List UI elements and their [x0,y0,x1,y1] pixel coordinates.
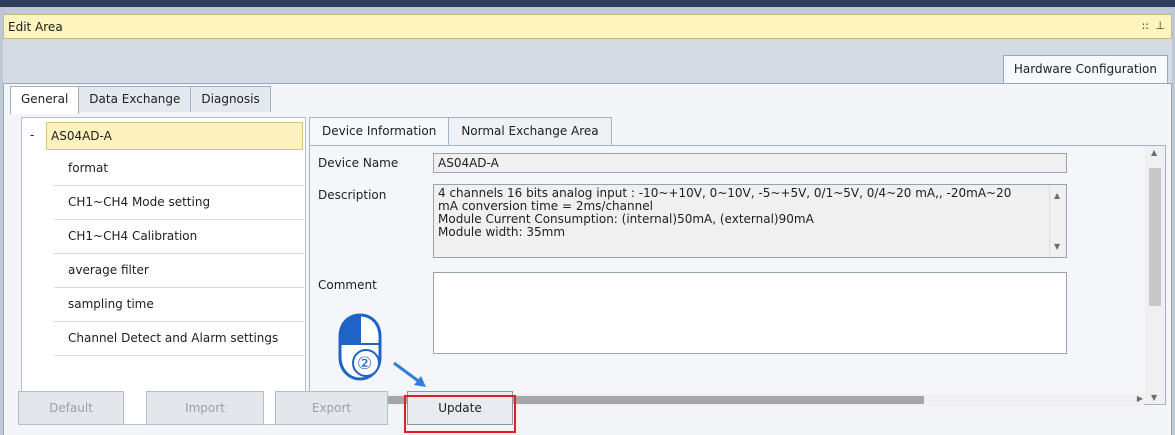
tab-data-exchange[interactable]: Data Exchange [78,86,192,112]
tab-general[interactable]: General [10,86,80,114]
mouse-click-annotation: ② [336,313,436,392]
import-button[interactable]: Import [146,391,264,425]
device-name-field[interactable]: AS04AD-A [433,153,1067,173]
maximize-icon[interactable]: :: [1142,19,1149,32]
tree-item-format[interactable]: format [54,152,304,186]
update-highlight-box [404,395,516,433]
comment-field[interactable] [433,272,1067,354]
action-button-bar: Default Import Export Update [4,377,1171,435]
tab-device-information[interactable]: Device Information [309,117,450,145]
config-tab-strip: General Data Exchange Diagnosis [10,86,271,114]
device-name-label: Device Name [318,156,399,170]
device-information-panel: Device Name AS04AD-A Description 4 chann… [309,145,1166,406]
description-line: Module width: 35mm [438,225,566,239]
collapse-icon[interactable]: - [30,128,34,142]
module-config-panel: General Data Exchange Diagnosis - AS04AD… [3,83,1172,435]
tree-item-sampling-time[interactable]: sampling time [54,288,304,322]
comment-label: Comment [318,278,377,292]
scroll-up-icon[interactable]: ▲ [1151,148,1157,157]
tree-item-mode-setting[interactable]: CH1~CH4 Mode setting [54,186,304,220]
tree-item-average-filter[interactable]: average filter [54,254,304,288]
tree-root-node[interactable]: - AS04AD-A [26,122,303,150]
pin-icon[interactable]: ⊥ [1155,19,1165,32]
tree-item-calibration[interactable]: CH1~CH4 Calibration [54,220,304,254]
tree-children: format CH1~CH4 Mode setting CH1~CH4 Cali… [54,152,304,356]
edit-area-titlebar: Edit Area :: ⊥ [3,14,1172,39]
default-button[interactable]: Default [18,391,124,425]
scroll-up-icon[interactable]: ▲ [1054,189,1060,202]
mouse-icon [338,313,426,387]
scroll-thumb[interactable] [1149,168,1161,306]
tab-hardware-configuration[interactable]: Hardware Configuration [1002,55,1168,83]
scroll-down-icon[interactable]: ▼ [1054,240,1060,253]
panel-vertical-scrollbar[interactable]: ▲ ▼ [1145,146,1165,404]
description-field[interactable]: 4 channels 16 bits analog input : -10~+1… [433,184,1067,258]
tree-root-label[interactable]: AS04AD-A [46,122,303,150]
window-title: Edit Area [8,20,63,34]
outer-tab-strip: Hardware Configuration [3,39,1172,85]
description-label: Description [318,188,387,202]
description-scrollbar[interactable]: ▲ ▼ [1049,185,1066,257]
tab-normal-exchange-area[interactable]: Normal Exchange Area [448,117,612,145]
export-button[interactable]: Export [275,391,388,425]
edit-area-window: Edit Area :: ⊥ Hardware Configuration Ge… [0,0,1175,435]
detail-tab-strip: Device Information Normal Exchange Area [309,117,612,145]
tree-item-channel-detect-alarm[interactable]: Channel Detect and Alarm settings [54,322,304,356]
tab-diagnosis[interactable]: Diagnosis [190,86,271,112]
step-number: ② [357,354,373,374]
